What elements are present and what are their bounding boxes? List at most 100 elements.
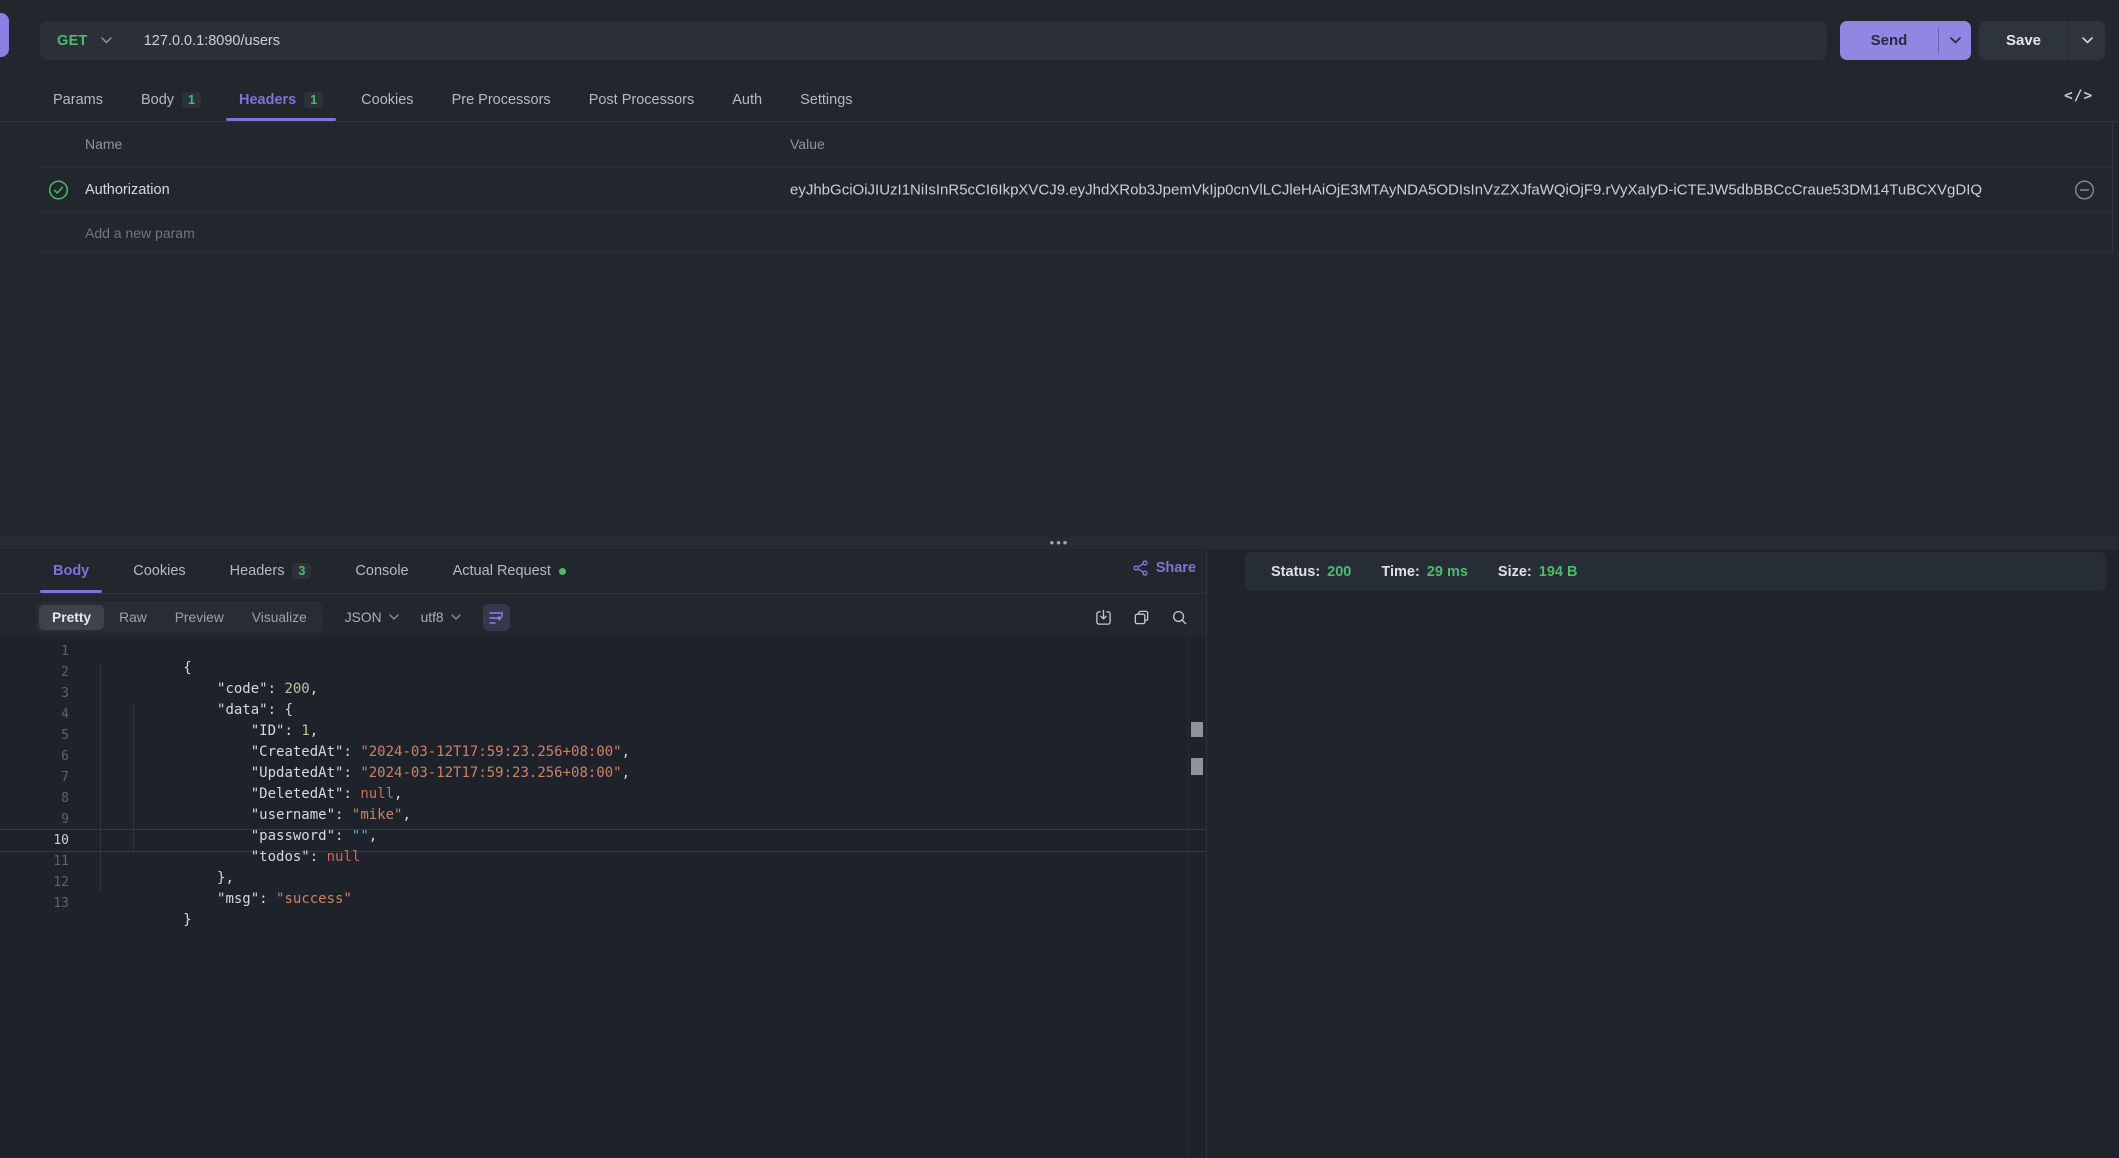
- tab-label: Headers: [230, 563, 285, 579]
- encoding-dropdown[interactable]: utf8: [421, 610, 461, 625]
- response-status-bar: Status: 200 Time: 29 ms Size: 194 B: [1245, 552, 2106, 591]
- chevron-down-icon[interactable]: [101, 37, 112, 44]
- encoding-value: utf8: [421, 610, 444, 625]
- download-icon[interactable]: [1095, 609, 1112, 626]
- response-body-editor[interactable]: 1 { 2 "code": 200, 3: [0, 637, 1206, 1158]
- header-value[interactable]: eyJhbGciOiJIUzI1NiIsInR5cCI6IkpXVCJ9.eyJ…: [790, 181, 2052, 198]
- line-number: 10: [0, 833, 69, 848]
- share-button[interactable]: Share: [1133, 560, 1196, 576]
- response-panel: Body Cookies Headers 3 Console: [0, 549, 1206, 1158]
- tab-label: Params: [53, 92, 103, 108]
- view-mode-option[interactable]: Preview: [162, 605, 237, 630]
- code-view-icon[interactable]: </>: [2064, 88, 2093, 104]
- tab-label: Settings: [800, 92, 852, 108]
- method-selector[interactable]: GET: [57, 33, 88, 49]
- scrollbar-mark[interactable]: [1191, 722, 1203, 737]
- view-mode-label: Preview: [175, 610, 224, 625]
- line-number: 5: [0, 728, 69, 743]
- time-label: Time:: [1381, 564, 1419, 580]
- row-enabled-check-icon[interactable]: [48, 179, 69, 200]
- status-code: Status: 200: [1271, 564, 1351, 580]
- scrollbar-mark[interactable]: [1191, 758, 1203, 775]
- splitter-dots-icon: •••: [1050, 538, 1070, 548]
- line-number: 1: [0, 644, 69, 659]
- remove-row-icon[interactable]: [2074, 179, 2095, 200]
- response-tab[interactable]: Actual Request: [453, 549, 566, 593]
- line-number: 13: [0, 896, 69, 911]
- view-mode-option[interactable]: Pretty: [39, 605, 104, 630]
- share-label: Share: [1156, 560, 1196, 576]
- send-dropdown-chevron-icon[interactable]: [1939, 21, 1971, 60]
- time-value: 29 ms: [1427, 564, 1468, 580]
- response-tabs-divider: [0, 593, 1206, 594]
- panel-splitter-handle[interactable]: •••: [0, 537, 2119, 549]
- status-label: Status:: [1271, 564, 1320, 580]
- line-number: 12: [0, 875, 69, 890]
- tab-label: Cookies: [133, 563, 185, 579]
- send-button-label[interactable]: Send: [1840, 21, 1938, 60]
- tab-label: Console: [355, 563, 408, 579]
- tab-label: Auth: [732, 92, 762, 108]
- save-button[interactable]: Save: [1979, 21, 2105, 60]
- line-number: 9: [0, 812, 69, 827]
- view-mode-label: Pretty: [52, 610, 91, 625]
- code-text: }: [69, 880, 200, 928]
- save-button-label[interactable]: Save: [1979, 21, 2068, 60]
- copy-icon[interactable]: [1133, 609, 1150, 626]
- headers-table: Name Value Authorization eyJhbGciOiJIUzI…: [36, 122, 2113, 253]
- table-header-row: Name Value: [36, 122, 2112, 167]
- add-param-row[interactable]: Add a new param: [36, 213, 2112, 253]
- send-button[interactable]: Send: [1840, 21, 1971, 60]
- response-tab[interactable]: Body: [53, 549, 89, 593]
- line-number: 6: [0, 749, 69, 764]
- word-wrap-toggle[interactable]: [483, 604, 510, 631]
- request-tab[interactable]: Post Processors: [589, 79, 695, 121]
- tab-label: Actual Request: [453, 563, 551, 579]
- view-mode-option[interactable]: Raw: [106, 605, 160, 630]
- line-number: 7: [0, 770, 69, 785]
- status-value: 200: [1327, 564, 1351, 580]
- search-icon[interactable]: [1171, 609, 1188, 626]
- tab-label: Headers: [239, 92, 296, 108]
- save-dropdown-chevron-icon[interactable]: [2069, 21, 2105, 60]
- format-dropdown[interactable]: JSON: [345, 610, 399, 625]
- add-param-placeholder: Add a new param: [85, 225, 195, 241]
- line-number: 8: [0, 791, 69, 806]
- request-tab[interactable]: Cookies: [361, 79, 413, 121]
- response-size: Size: 194 B: [1498, 564, 1578, 580]
- tab-label: Pre Processors: [452, 92, 551, 108]
- response-time: Time: 29 ms: [1381, 564, 1468, 580]
- response-meta-panel: Status: 200 Time: 29 ms Size: 194 B: [1207, 549, 2119, 1158]
- line-number: 3: [0, 686, 69, 701]
- response-tab[interactable]: Cookies: [133, 549, 185, 593]
- code-token: }: [183, 912, 191, 928]
- request-tab[interactable]: Auth: [732, 79, 762, 121]
- response-tabs: Body Cookies Headers 3 Console: [53, 549, 566, 593]
- request-tab[interactable]: Settings: [800, 79, 852, 121]
- request-url[interactable]: 127.0.0.1:8090/users: [144, 33, 280, 49]
- view-mode-option[interactable]: Visualize: [239, 605, 320, 630]
- tab-label: Body: [53, 563, 89, 579]
- tab-count-badge: 1: [304, 92, 323, 109]
- word-wrap-icon: [488, 609, 504, 625]
- response-tab[interactable]: Headers 3: [230, 549, 312, 593]
- url-input[interactable]: GET 127.0.0.1:8090/users: [40, 21, 1827, 60]
- sidebar-active-indicator[interactable]: [0, 13, 9, 57]
- header-name[interactable]: Authorization: [85, 182, 170, 198]
- request-tab[interactable]: Headers 1: [239, 79, 323, 121]
- request-tabs: Params Body 1 Headers 1 Cookies Pre Proc…: [53, 79, 853, 121]
- request-tab[interactable]: Params: [53, 79, 103, 121]
- format-value: JSON: [345, 610, 382, 625]
- tab-count-badge: 1: [182, 92, 201, 109]
- share-nodes-icon: [1133, 560, 1148, 576]
- table-row[interactable]: Authorization eyJhbGciOiJIUzI1NiIsInR5cC…: [36, 167, 2112, 213]
- tab-count-badge: 3: [292, 563, 311, 580]
- response-tab[interactable]: Console: [355, 549, 408, 593]
- line-number: 4: [0, 707, 69, 722]
- chevron-down-icon: [451, 614, 461, 620]
- request-tab[interactable]: Body 1: [141, 79, 201, 121]
- scrollbar-track-border: [1188, 637, 1189, 1158]
- request-tab[interactable]: Pre Processors: [452, 79, 551, 121]
- body-toolbar-actions: [1095, 600, 1188, 634]
- code-line[interactable]: 13 }: [0, 893, 1206, 914]
